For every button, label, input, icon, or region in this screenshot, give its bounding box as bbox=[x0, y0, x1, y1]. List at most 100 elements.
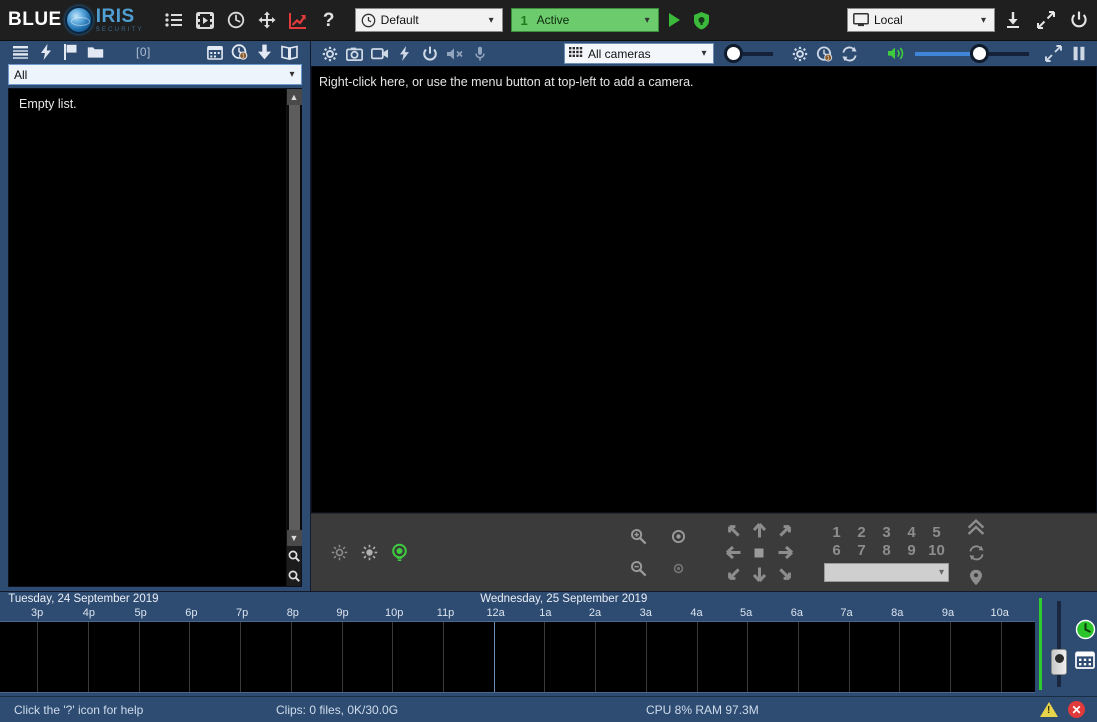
ptz-down-right[interactable] bbox=[777, 566, 794, 583]
alerts-bolt-icon[interactable] bbox=[33, 42, 58, 62]
brightness-down-icon[interactable] bbox=[327, 541, 351, 565]
trigger-bolt-icon[interactable] bbox=[392, 43, 417, 64]
preset-5[interactable]: 5 bbox=[924, 524, 949, 541]
preset-4[interactable]: 4 bbox=[899, 524, 924, 541]
stats-chart-icon[interactable] bbox=[288, 10, 308, 30]
timeline-slider-thumb[interactable] bbox=[1051, 649, 1067, 675]
timeline-calendar-icon[interactable] bbox=[1074, 648, 1096, 670]
camera-list-icon[interactable] bbox=[164, 10, 184, 30]
timeline-hour-10: 1a bbox=[539, 607, 551, 619]
clock-badge-icon[interactable]: 1 bbox=[812, 43, 837, 64]
ptz-up-left[interactable] bbox=[725, 522, 742, 539]
ptz-left[interactable] bbox=[725, 544, 742, 561]
clip-zoom-in-icon[interactable] bbox=[287, 546, 302, 566]
preset-1[interactable]: 1 bbox=[824, 524, 849, 541]
lamp-icon[interactable] bbox=[387, 541, 411, 565]
timeline-zoom-slider[interactable] bbox=[1049, 601, 1069, 687]
monitor-icon bbox=[853, 13, 869, 27]
pause-icon[interactable] bbox=[1066, 43, 1091, 64]
clip-list[interactable]: Empty list. bbox=[9, 89, 286, 586]
download-icon[interactable] bbox=[1003, 10, 1023, 30]
microphone-icon[interactable] bbox=[467, 43, 492, 64]
focus-near-icon[interactable] bbox=[666, 525, 690, 549]
timeline-hour-5: 8p bbox=[287, 607, 299, 619]
speaker-volume-icon[interactable] bbox=[884, 43, 909, 64]
refresh-cycle-icon[interactable] bbox=[837, 43, 862, 64]
schedule-clock-icon[interactable] bbox=[226, 10, 246, 30]
volume-track-filled[interactable] bbox=[915, 52, 970, 56]
slider-knob[interactable] bbox=[724, 44, 743, 63]
cycle-speed-slider[interactable] bbox=[724, 44, 773, 63]
calendar-icon[interactable] bbox=[202, 42, 227, 62]
ptz-up-right[interactable] bbox=[777, 522, 794, 539]
preset-9[interactable]: 9 bbox=[899, 542, 924, 559]
clip-filter-dropdown[interactable]: All ▾ bbox=[8, 64, 302, 85]
ptz-down[interactable] bbox=[751, 566, 768, 583]
preset-7[interactable]: 7 bbox=[849, 542, 874, 559]
play-button[interactable] bbox=[669, 13, 680, 27]
grid-icon bbox=[569, 47, 583, 60]
ptz-direction-pad bbox=[720, 520, 798, 586]
help-question-icon[interactable]: ? bbox=[319, 10, 339, 30]
scrollbar-track[interactable] bbox=[287, 105, 302, 530]
preset-2[interactable]: 2 bbox=[849, 524, 874, 541]
clip-list-scrollbar[interactable]: ▲ ▼ bbox=[286, 89, 301, 586]
clock-badge-icon[interactable]: 1 bbox=[227, 42, 252, 62]
timeline-controls bbox=[1035, 592, 1097, 696]
ptz-stop[interactable] bbox=[752, 546, 766, 560]
move-pan-icon[interactable] bbox=[257, 10, 277, 30]
error-icon[interactable]: ✕ bbox=[1068, 701, 1085, 718]
preset-3[interactable]: 3 bbox=[874, 524, 899, 541]
scrollbar-thumb[interactable] bbox=[289, 105, 300, 530]
cycle-icon[interactable] bbox=[965, 543, 987, 563]
clip-zoom-out-icon[interactable] bbox=[287, 566, 302, 586]
slider-track[interactable] bbox=[743, 52, 773, 56]
location-pin-icon[interactable] bbox=[965, 568, 987, 588]
scroll-up-icon[interactable]: ▲ bbox=[287, 89, 302, 105]
profile-dropdown[interactable]: Default ▾ bbox=[355, 8, 503, 32]
scroll-down-icon[interactable]: ▼ bbox=[287, 530, 302, 546]
status-icons: ✕ bbox=[1040, 701, 1085, 718]
snapshot-icon[interactable] bbox=[342, 43, 367, 64]
timeline-hour-3: 6p bbox=[185, 607, 197, 619]
zoom-out-icon[interactable] bbox=[626, 557, 650, 581]
expand-icon[interactable] bbox=[1036, 10, 1056, 30]
camera-settings-gear-icon[interactable] bbox=[317, 43, 342, 64]
book-icon[interactable] bbox=[277, 42, 302, 62]
clip-list-view-icon[interactable] bbox=[8, 42, 33, 62]
volume-slider[interactable] bbox=[915, 44, 1029, 63]
preset-select-dropdown[interactable]: ▾ bbox=[824, 563, 949, 582]
timeline-track[interactable] bbox=[0, 621, 1035, 693]
preset-6[interactable]: 6 bbox=[824, 542, 849, 559]
record-video-icon[interactable] bbox=[367, 43, 392, 64]
home-icon[interactable] bbox=[965, 518, 987, 538]
settings-gear-icon[interactable] bbox=[787, 43, 812, 64]
timeline-clock-icon[interactable] bbox=[1074, 618, 1096, 640]
expand-arrows-icon[interactable] bbox=[1041, 43, 1066, 64]
speaker-mute-icon[interactable] bbox=[442, 43, 467, 64]
preset-8[interactable]: 8 bbox=[874, 542, 899, 559]
clip-filter-value: All bbox=[14, 68, 283, 82]
volume-track[interactable] bbox=[989, 52, 1029, 56]
brightness-up-icon[interactable] bbox=[357, 541, 381, 565]
volume-knob[interactable] bbox=[970, 44, 989, 63]
download-arrow-icon[interactable] bbox=[252, 42, 277, 62]
focus-far-icon[interactable] bbox=[666, 557, 690, 581]
camera-power-icon[interactable] bbox=[417, 43, 442, 64]
folder-icon[interactable] bbox=[83, 42, 108, 62]
zoom-in-icon[interactable] bbox=[626, 525, 650, 549]
warning-icon[interactable] bbox=[1040, 702, 1058, 717]
preset-10[interactable]: 10 bbox=[924, 542, 949, 559]
server-dropdown[interactable]: Local ▾ bbox=[847, 8, 995, 32]
ptz-up[interactable] bbox=[751, 522, 768, 539]
timeline-day-1: Wednesday, 25 September 2019 bbox=[480, 593, 647, 605]
power-icon[interactable] bbox=[1069, 10, 1089, 30]
ptz-down-left[interactable] bbox=[725, 566, 742, 583]
shield-icon[interactable] bbox=[692, 10, 712, 30]
ptz-right[interactable] bbox=[777, 544, 794, 561]
flag-icon[interactable] bbox=[58, 42, 83, 62]
clips-film-icon[interactable] bbox=[195, 10, 215, 30]
camera-viewport[interactable]: Right-click here, or use the menu button… bbox=[311, 66, 1097, 513]
status-dropdown[interactable]: 1 Active ▾ bbox=[511, 8, 659, 32]
camera-selector-dropdown[interactable]: All cameras ▾ bbox=[564, 43, 714, 64]
